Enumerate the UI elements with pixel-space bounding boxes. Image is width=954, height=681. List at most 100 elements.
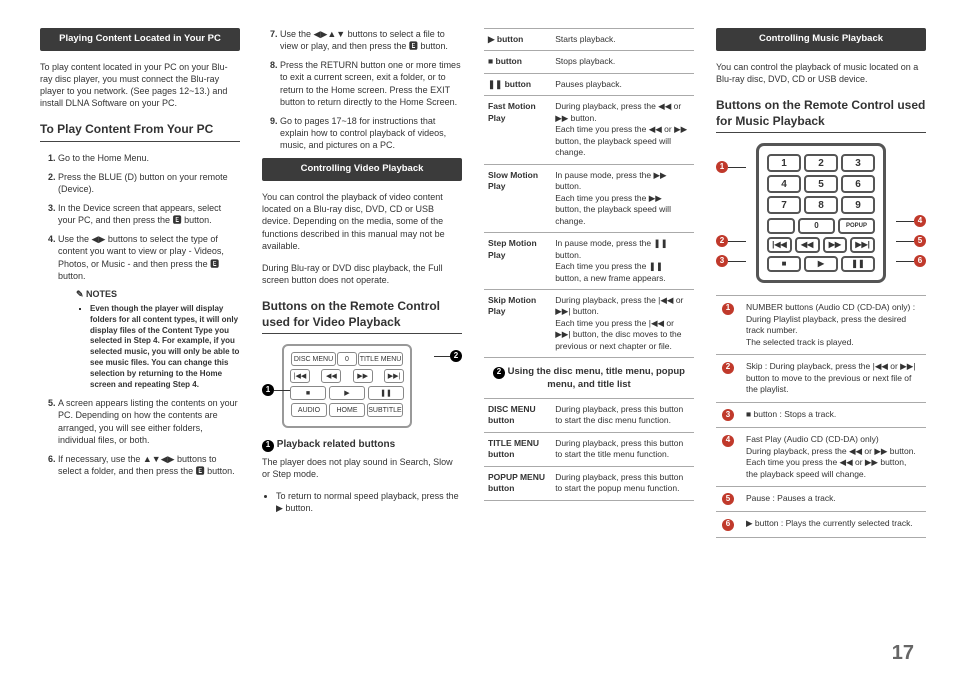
numkey-7: 7 (767, 196, 801, 214)
key-ff: ▶▶ (353, 369, 373, 383)
pc-steps-cont: Use the ◀▶▲▼ buttons to select a file to… (262, 28, 462, 151)
step-9: Go to pages 17~18 for instructions that … (280, 116, 446, 150)
t1r1c2: Starts playback. (551, 29, 694, 51)
step-7: Use the ◀▶▲▼ buttons to select a file to… (280, 29, 448, 51)
t1r3c1: ❚❚ button (484, 73, 551, 95)
mkey-rew: ◀◀ (795, 237, 820, 253)
key-audio: AUDIO (291, 403, 327, 417)
music-intro: You can control the playback of music lo… (716, 61, 926, 85)
key-subtitle: SUBTITLE (367, 403, 403, 417)
sub1-body: The player does not play sound in Search… (262, 456, 462, 480)
key-prev: |◀◀ (290, 369, 310, 383)
step-6: If necessary, use the ▲▼◀▶ buttons to se… (58, 454, 235, 476)
m-row-4: Fast Play (Audio CD (CD-DA) only) During… (740, 428, 926, 487)
t1r6c1: Step Motion Play (484, 233, 551, 290)
key-title-menu: TITLE MENU (358, 352, 403, 366)
music-buttons-table: 1NUMBER buttons (Audio CD (CD-DA) only) … (716, 295, 926, 537)
key-disc-menu: DISC MENU (291, 352, 336, 366)
t1r5c1: Slow Motion Play (484, 164, 551, 232)
t2r1c2: During playback, press this button to st… (551, 398, 694, 432)
section-bar-music: Controlling Music Playback (716, 28, 926, 51)
step-3: In the Device screen that appears, selec… (58, 203, 221, 225)
t1r1c1: ▶ button (484, 29, 551, 51)
t2r1c1: DISC MENU button (484, 398, 551, 432)
t2r3c2: During playback, press this button to st… (551, 466, 694, 500)
key-zero: 0 (337, 352, 357, 366)
using-menus-heading: 2 Using the disc menu, title menu, popup… (484, 366, 694, 392)
callout-m1: 1 (716, 161, 728, 173)
t1r2c2: Stops playback. (551, 51, 694, 73)
sub1-bullet: To return to normal speed playback, pres… (276, 490, 462, 514)
video-buttons-table: ▶ buttonStarts playback. ■ buttonStops p… (484, 28, 694, 358)
callout-m3: 3 (716, 255, 728, 267)
remote-music-diagram: 1 2 3 4 5 6 7 8 9 0 POPUP |◀◀ ◀◀ (756, 143, 886, 283)
t2r3c1: POPUP MENU button (484, 466, 551, 500)
m-row-1: NUMBER buttons (Audio CD (CD-DA) only) :… (740, 296, 926, 355)
callout-m2: 2 (716, 235, 728, 247)
numkey-6: 6 (841, 175, 875, 193)
t1r7c2: During playback, press the |◀◀ or ▶▶| bu… (551, 289, 694, 357)
callout-m4: 4 (914, 215, 926, 227)
t1r4c2: During playback, press the ◀◀ or ▶▶ butt… (551, 96, 694, 164)
page-number: 17 (892, 640, 914, 667)
video-intro-2: During Blu-ray or DVD disc playback, the… (262, 262, 462, 286)
t1r6c2: In pause mode, press the ❚❚ button. Each… (551, 233, 694, 290)
step-8: Press the RETURN button one or more time… (280, 60, 461, 106)
t1r3c2: Pauses playback. (551, 73, 694, 95)
t2r2c2: During playback, press this button to st… (551, 432, 694, 466)
section-bar-video: Controlling Video Playback (262, 158, 462, 181)
t1r5c2: In pause mode, press the ▶▶ button. Each… (551, 164, 694, 232)
menu-buttons-table: DISC MENU buttonDuring playback, press t… (484, 398, 694, 501)
numkey-2: 2 (804, 154, 838, 172)
step-1: Go to the Home Menu. (58, 153, 149, 163)
pc-intro: To play content located in your PC on yo… (40, 61, 240, 110)
m-row-6: ▶ button : Plays the currently selected … (740, 512, 926, 537)
mkey-stop: ■ (767, 256, 801, 272)
mkey-ff: ▶▶ (823, 237, 848, 253)
heading-music-remote: Buttons on the Remote Control used for M… (716, 97, 926, 133)
key-play: ▶ (329, 386, 365, 400)
step-5: A screen appears listing the contents on… (58, 398, 238, 444)
callout-m6: 6 (914, 255, 926, 267)
m-row-2: Skip : During playback, press the |◀◀ or… (740, 355, 926, 402)
heading-video-remote: Buttons on the Remote Control used for V… (262, 298, 462, 334)
key-popup: POPUP (838, 218, 875, 234)
key-home: HOME (329, 403, 365, 417)
numkey-9: 9 (841, 196, 875, 214)
notes-label: NOTES (76, 288, 240, 300)
m-row-3: ■ button : Stops a track. (740, 402, 926, 427)
video-intro: You can control the playback of video co… (262, 191, 462, 252)
numkey-8: 8 (804, 196, 838, 214)
key-blank (767, 218, 795, 234)
key-pause: ❚❚ (368, 386, 404, 400)
step-2: Press the BLUE (D) button on your remote… (58, 172, 228, 194)
sub-playback-related: 1 Playback related buttons (262, 438, 462, 452)
heading-play-from-pc: To Play Content From Your PC (40, 121, 240, 141)
mkey-play: ▶ (804, 256, 838, 272)
key-stop: ■ (290, 386, 326, 400)
numkey-1: 1 (767, 154, 801, 172)
mkey-next: ▶▶| (850, 237, 875, 253)
numkey-0: 0 (798, 218, 835, 234)
t1r2c1: ■ button (484, 51, 551, 73)
remote-video-diagram: DISC MENU 0 TITLE MENU |◀◀ ◀◀ ▶▶ ▶▶| ■ ▶… (282, 344, 412, 428)
note-1: Even though the player will display fold… (90, 304, 240, 390)
key-next: ▶▶| (384, 369, 404, 383)
remote-music-wrap: 1 2 3 4 5 6 1 2 3 4 5 6 7 8 9 (716, 143, 926, 283)
m-row-5: Pause : Pauses a track. (740, 487, 926, 512)
numkey-3: 3 (841, 154, 875, 172)
key-rew: ◀◀ (321, 369, 341, 383)
callout-2-marker: 2 (434, 350, 462, 362)
t2r2c1: TITLE MENU button (484, 432, 551, 466)
pc-steps: Go to the Home Menu. Press the BLUE (D) … (40, 152, 240, 478)
section-bar-pc: Playing Content Located in Your PC (40, 28, 240, 51)
mkey-pause: ❚❚ (841, 256, 875, 272)
callout-m5: 5 (914, 235, 926, 247)
mkey-prev: |◀◀ (767, 237, 792, 253)
t1r4c1: Fast Motion Play (484, 96, 551, 164)
numkey-5: 5 (804, 175, 838, 193)
numkey-4: 4 (767, 175, 801, 193)
t1r7c1: Skip Motion Play (484, 289, 551, 357)
step-4: Use the ◀▶ buttons to select the type of… (58, 234, 224, 280)
callout-1-marker: 1 (262, 384, 290, 396)
